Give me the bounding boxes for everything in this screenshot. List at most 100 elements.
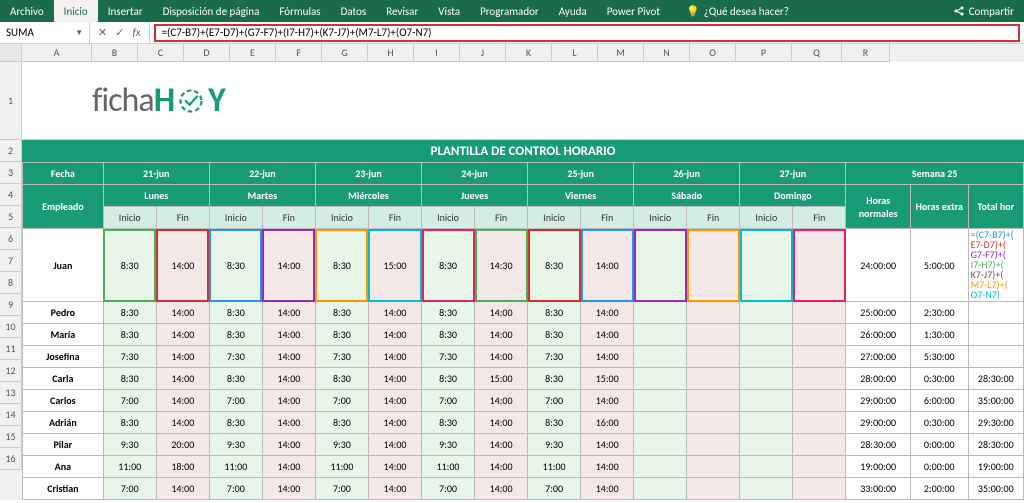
cell-he[interactable]: 2:30:00 xyxy=(910,302,968,324)
cell-hn[interactable]: 33:00:00 xyxy=(846,478,911,500)
cell-total[interactable]: 19:00:00 xyxy=(968,456,1023,478)
cell-hn[interactable]: 29:00:00 xyxy=(846,412,911,434)
row-header[interactable]: 13 xyxy=(0,382,22,404)
cell-fin[interactable]: 14:00 xyxy=(475,478,528,500)
cell-fin[interactable] xyxy=(687,478,740,500)
cell-inicio[interactable]: 8:30 xyxy=(103,368,156,390)
cell-fin[interactable]: 20:00 xyxy=(156,434,209,456)
cell-he[interactable]: 5:30:00 xyxy=(910,346,968,368)
cell-hn[interactable]: 24:00:00 xyxy=(846,229,911,302)
header-day[interactable]: Viernes xyxy=(528,185,634,207)
cell-inicio[interactable]: 11:00 xyxy=(528,456,581,478)
col-header[interactable]: F xyxy=(276,44,322,62)
header-fin[interactable]: Fin xyxy=(475,207,528,229)
col-header[interactable]: Q xyxy=(792,44,842,62)
cell-fin[interactable]: 14:00 xyxy=(475,324,528,346)
cell-inicio[interactable] xyxy=(634,390,687,412)
header-fin[interactable]: Fin xyxy=(793,207,846,229)
cell-inicio[interactable]: 8:30 xyxy=(209,229,262,302)
cell-inicio[interactable]: 7:30 xyxy=(422,346,475,368)
cell-inicio[interactable] xyxy=(634,368,687,390)
cell-inicio[interactable]: 9:30 xyxy=(422,434,475,456)
cell-fin[interactable]: 14:00 xyxy=(581,478,634,500)
header-inicio[interactable]: Inicio xyxy=(740,207,793,229)
header-fin[interactable]: Fin xyxy=(581,207,634,229)
cell-inicio[interactable]: 8:30 xyxy=(528,412,581,434)
cell-inicio[interactable]: 8:30 xyxy=(315,324,368,346)
header-fin[interactable]: Fin xyxy=(156,207,209,229)
cell-fin[interactable]: 14:30 xyxy=(475,229,528,302)
cell-inicio[interactable] xyxy=(740,434,793,456)
cell-he[interactable]: 0:00:00 xyxy=(910,456,968,478)
header-semana[interactable]: Semana 25 xyxy=(846,163,1024,185)
cell-fin[interactable]: 14:00 xyxy=(262,478,315,500)
cell-fin[interactable]: 14:00 xyxy=(156,390,209,412)
col-header[interactable]: R xyxy=(842,44,890,62)
cell-fin[interactable] xyxy=(687,434,740,456)
ribbon-tab-formulas[interactable]: Fórmulas xyxy=(269,0,330,22)
cell-hn[interactable]: 28:00:00 xyxy=(846,368,911,390)
cell-fin[interactable]: 14:00 xyxy=(262,368,315,390)
cell-inicio[interactable] xyxy=(634,346,687,368)
cell-employee[interactable]: Carla xyxy=(23,368,104,390)
cell-inicio[interactable]: 11:00 xyxy=(209,456,262,478)
header-inicio[interactable]: Inicio xyxy=(103,207,156,229)
cell-fin[interactable]: 14:00 xyxy=(368,412,421,434)
cell-hn[interactable]: 26:00:00 xyxy=(846,324,911,346)
cell-inicio[interactable]: 8:30 xyxy=(209,412,262,434)
cell-inicio[interactable] xyxy=(740,390,793,412)
ribbon-tab-powerpivot[interactable]: Power Pivot xyxy=(597,0,670,22)
cell-inicio[interactable]: 8:30 xyxy=(315,302,368,324)
cell-fin[interactable] xyxy=(793,478,846,500)
cell-he[interactable]: 5:00:00 xyxy=(910,229,968,302)
cell-inicio[interactable] xyxy=(740,346,793,368)
cell-total[interactable]: 29:30:00 xyxy=(968,412,1023,434)
tell-me[interactable]: 💡 ¿Qué desea hacer? xyxy=(676,0,799,22)
row-header[interactable]: 6 xyxy=(0,228,22,250)
cell-fin[interactable]: 14:00 xyxy=(581,302,634,324)
header-day[interactable]: Miércoles xyxy=(315,185,421,207)
cell-fin[interactable]: 14:00 xyxy=(262,346,315,368)
cell-fin[interactable]: 14:00 xyxy=(262,412,315,434)
header-fecha[interactable]: Fecha xyxy=(23,163,104,185)
ribbon-tab-vista[interactable]: Vista xyxy=(428,0,470,22)
cell-total[interactable] xyxy=(968,346,1023,368)
cell-inicio[interactable]: 11:00 xyxy=(422,456,475,478)
cell-fin[interactable]: 15:00 xyxy=(475,368,528,390)
header-total[interactable]: Total hor xyxy=(968,185,1023,229)
col-header[interactable]: O xyxy=(690,44,736,62)
cell-inicio[interactable]: 8:30 xyxy=(103,302,156,324)
cell-fin[interactable]: 14:00 xyxy=(262,324,315,346)
cell-inicio[interactable]: 11:00 xyxy=(315,456,368,478)
cell-fin[interactable]: 14:00 xyxy=(475,412,528,434)
formula-input[interactable]: =(C7-B7)+(E7-D7)+(G7-F7)+(I7-H7)+(K7-J7)… xyxy=(154,24,1020,42)
cell-inicio[interactable]: 8:30 xyxy=(422,229,475,302)
cell-inicio[interactable]: 8:30 xyxy=(315,368,368,390)
header-fin[interactable]: Fin xyxy=(687,207,740,229)
cell-he[interactable]: 0:30:00 xyxy=(910,368,968,390)
cell-he[interactable]: 0:30:00 xyxy=(910,412,968,434)
row-header[interactable]: 2 xyxy=(0,140,22,162)
cell-fin[interactable]: 14:00 xyxy=(368,390,421,412)
header-inicio[interactable]: Inicio xyxy=(209,207,262,229)
cell-fin[interactable] xyxy=(687,346,740,368)
col-header[interactable]: C xyxy=(138,44,184,62)
accept-icon[interactable]: ✓ xyxy=(115,26,124,39)
row-header[interactable]: 4 xyxy=(0,184,22,206)
cell-inicio[interactable]: 9:30 xyxy=(315,434,368,456)
cell-employee[interactable]: Carlos xyxy=(23,390,104,412)
cell-fin[interactable]: 18:00 xyxy=(156,456,209,478)
row-header[interactable]: 10 xyxy=(0,316,22,338)
cell-fin[interactable] xyxy=(687,324,740,346)
cell-inicio[interactable] xyxy=(634,324,687,346)
cell-fin[interactable]: 14:00 xyxy=(475,456,528,478)
cell-fin[interactable] xyxy=(687,456,740,478)
cell-inicio[interactable] xyxy=(740,324,793,346)
cell-employee[interactable]: Josefina xyxy=(23,346,104,368)
col-header[interactable]: I xyxy=(414,44,460,62)
cell-inicio[interactable]: 8:30 xyxy=(528,229,581,302)
cell-fin[interactable] xyxy=(793,346,846,368)
cell-hn[interactable]: 19:00:00 xyxy=(846,456,911,478)
cell-inicio[interactable]: 7:00 xyxy=(315,478,368,500)
cell-fin[interactable]: 14:00 xyxy=(368,368,421,390)
